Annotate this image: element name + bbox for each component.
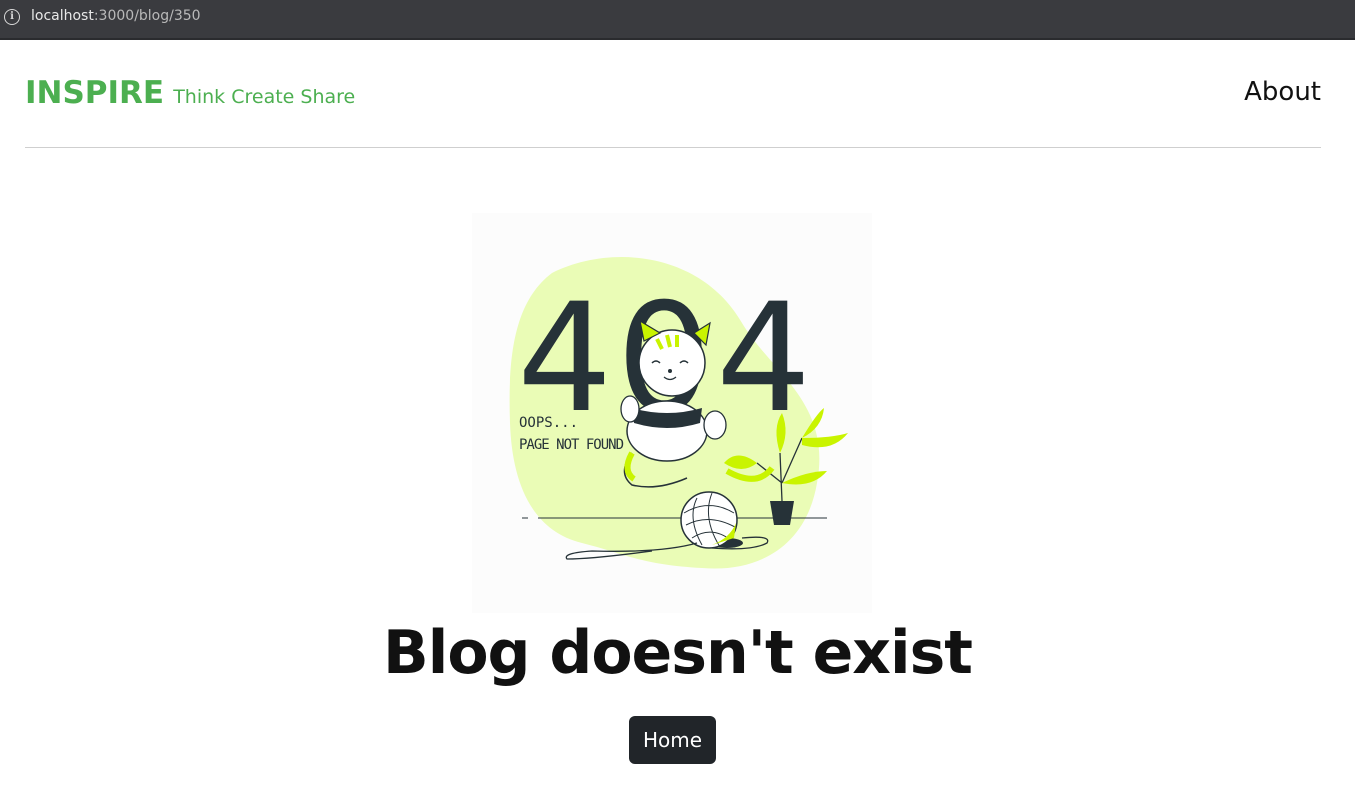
info-icon[interactable]: i [4, 9, 20, 25]
about-link[interactable]: About [1244, 77, 1321, 107]
oops-line2: PAGE NOT FOUND [519, 437, 624, 453]
illustration-svg: 404 OOPS... PAGE NOT FOUND [509, 257, 848, 569]
url-host: localhost [31, 8, 94, 24]
browser-address-bar: i localhost:3000/blog/350 [0, 0, 1355, 40]
url-path: :3000/blog/350 [93, 8, 201, 24]
brand[interactable]: INSPIRE Think Create Share [25, 75, 355, 111]
cat-404-illustration: 404 OOPS... PAGE NOT FOUND [472, 213, 872, 613]
brand-name: INSPIRE [25, 75, 165, 111]
brand-tagline: Think Create Share [173, 86, 356, 108]
home-button[interactable]: Home [629, 716, 716, 764]
oops-line1: OOPS... [519, 415, 578, 431]
page-title: Blog doesn't exist [383, 618, 973, 688]
site-header: INSPIRE Think Create Share About [25, 41, 1321, 148]
url-text[interactable]: localhost:3000/blog/350 [31, 8, 201, 24]
